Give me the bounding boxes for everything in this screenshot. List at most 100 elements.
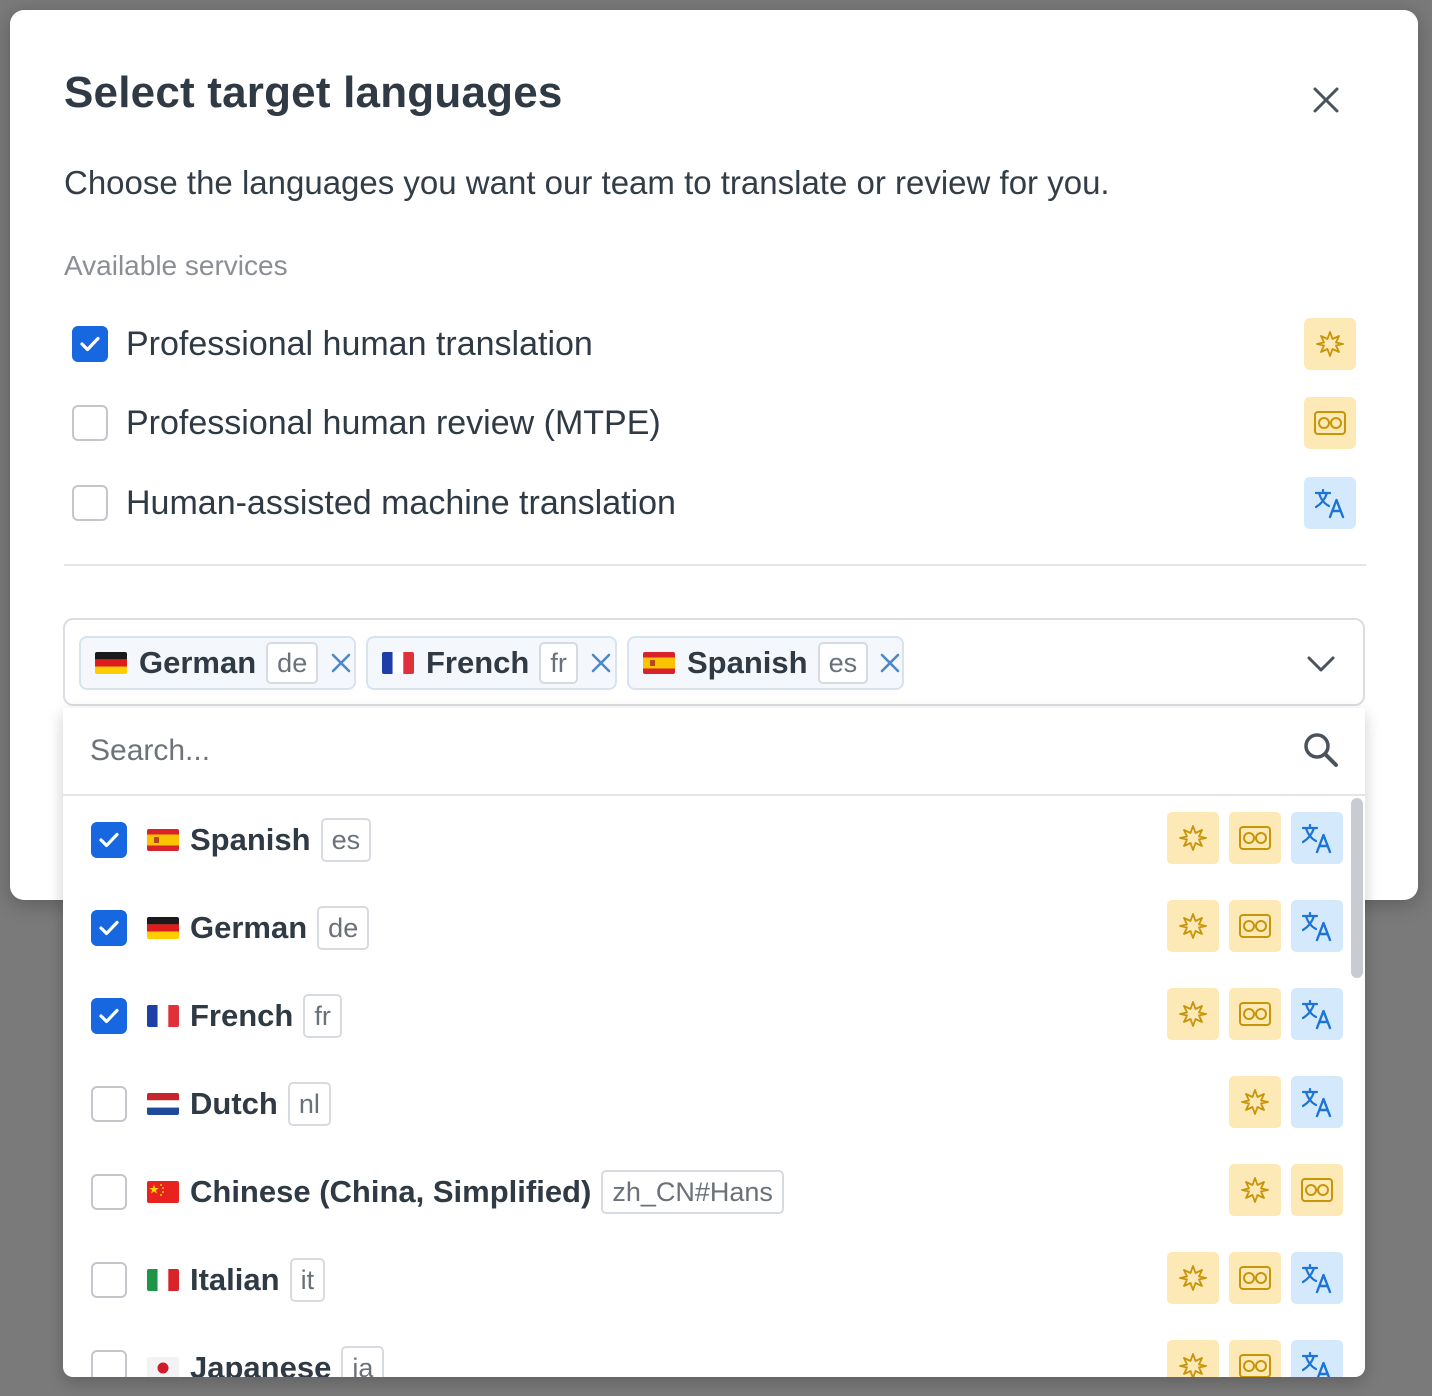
sparkle-icon (1167, 900, 1219, 952)
fr-flag-icon (382, 652, 414, 674)
scrollbar-thumb[interactable] (1351, 798, 1363, 978)
translate-icon (1291, 900, 1343, 952)
service-label: Professional human translation (126, 324, 593, 363)
language-checkbox[interactable] (91, 1086, 127, 1122)
jp-flag-icon (147, 1357, 179, 1377)
language-checkbox[interactable] (91, 1350, 127, 1377)
service-checkbox[interactable] (72, 405, 108, 441)
language-option[interactable]: Italian it (63, 1236, 1343, 1324)
language-code: de (317, 906, 370, 950)
language-name: Spanish (190, 822, 311, 857)
language-code: nl (287, 1082, 331, 1126)
search-input[interactable] (63, 708, 1365, 796)
chevron-down-icon[interactable] (1303, 646, 1339, 682)
chip-language-code: fr (539, 642, 578, 684)
selected-language-chip[interactable]: German de (79, 636, 356, 690)
translate-icon (1291, 1076, 1343, 1128)
close-icon[interactable] (1312, 86, 1340, 114)
sparkle-icon (1229, 1164, 1281, 1216)
language-multiselect[interactable]: German de French fr Spanish es (63, 618, 1365, 706)
service-label: Human-assisted machine translation (126, 483, 676, 522)
search-icon[interactable] (1301, 730, 1341, 770)
service-badges (1157, 812, 1343, 864)
language-name: Japanese (190, 1350, 332, 1377)
chip-language-name: French (426, 645, 530, 680)
it-flag-icon (147, 1269, 179, 1291)
chip-language-name: German (139, 645, 257, 680)
language-dropdown: Spanish es German de French fr Dutch nl … (63, 708, 1365, 1377)
services-label: Available services (64, 250, 288, 281)
language-checkbox[interactable] (91, 1174, 127, 1210)
language-option[interactable]: Dutch nl (63, 1060, 1343, 1148)
remove-chip-icon[interactable] (588, 648, 615, 678)
service-badges (1219, 1164, 1343, 1216)
selected-language-chip[interactable]: Spanish es (627, 636, 904, 690)
service-option[interactable]: Professional human review (MTPE) (64, 395, 1356, 451)
modal-subtitle: Choose the languages you want our team t… (64, 164, 1110, 201)
modal-title: Select target languages (64, 68, 563, 117)
de-flag-icon (95, 652, 127, 674)
review-glasses-icon (1304, 397, 1356, 449)
service-option[interactable]: Professional human translation (64, 316, 1356, 372)
translate-icon (1291, 1340, 1343, 1377)
language-name: French (190, 998, 294, 1033)
sparkle-icon (1167, 988, 1219, 1040)
review-glasses-icon (1229, 1340, 1281, 1377)
sparkle-icon (1167, 1340, 1219, 1377)
close-button[interactable] (1306, 80, 1346, 120)
chip-language-code: es (817, 642, 869, 684)
language-name: Italian (190, 1262, 280, 1297)
review-glasses-icon (1229, 1252, 1281, 1304)
fr-flag-icon (147, 1005, 179, 1027)
language-checkbox[interactable] (91, 822, 127, 858)
language-name: German (190, 910, 308, 945)
service-checkbox[interactable] (72, 326, 108, 362)
language-code: it (289, 1258, 326, 1302)
sparkle-icon (1167, 812, 1219, 864)
remove-chip-icon[interactable] (328, 648, 354, 678)
language-option[interactable]: Japanese ja (63, 1324, 1343, 1377)
chip-language-code: de (266, 642, 319, 684)
service-badges (1157, 1252, 1343, 1304)
language-code: fr (303, 994, 342, 1038)
service-checkbox[interactable] (72, 485, 108, 521)
review-glasses-icon (1229, 988, 1281, 1040)
cn-flag-icon (147, 1181, 179, 1203)
review-glasses-icon (1229, 900, 1281, 952)
translate-icon (1291, 1252, 1343, 1304)
de-flag-icon (147, 917, 179, 939)
language-checkbox[interactable] (91, 1262, 127, 1298)
translate-icon (1304, 477, 1356, 529)
es-flag-icon (147, 829, 179, 851)
service-option[interactable]: Human-assisted machine translation (64, 475, 1356, 531)
service-badges (1219, 1076, 1343, 1128)
language-code: es (320, 818, 372, 862)
remove-chip-icon[interactable] (878, 648, 902, 678)
translate-icon (1291, 812, 1343, 864)
language-checkbox[interactable] (91, 910, 127, 946)
service-badges (1157, 988, 1343, 1040)
language-code: ja (341, 1346, 385, 1377)
service-badges (1157, 1340, 1343, 1377)
review-glasses-icon (1291, 1164, 1343, 1216)
sparkle-icon (1229, 1076, 1281, 1128)
nl-flag-icon (147, 1093, 179, 1115)
chip-language-name: Spanish (687, 645, 808, 680)
es-flag-icon (643, 652, 675, 674)
language-code: zh_CN#Hans (601, 1170, 784, 1214)
sparkle-icon (1304, 318, 1356, 370)
language-name: Dutch (190, 1086, 278, 1121)
language-name: Chinese (China, Simplified) (190, 1174, 592, 1209)
translate-icon (1291, 988, 1343, 1040)
sparkle-icon (1167, 1252, 1219, 1304)
language-option[interactable]: Spanish es (63, 796, 1343, 884)
review-glasses-icon (1229, 812, 1281, 864)
selected-language-chip[interactable]: French fr (366, 636, 617, 690)
service-label: Professional human review (MTPE) (126, 403, 661, 442)
language-option[interactable]: French fr (63, 972, 1343, 1060)
language-option[interactable]: German de (63, 884, 1343, 972)
divider (64, 564, 1366, 566)
language-checkbox[interactable] (91, 998, 127, 1034)
language-option[interactable]: Chinese (China, Simplified) zh_CN#Hans (63, 1148, 1343, 1236)
service-badges (1157, 900, 1343, 952)
